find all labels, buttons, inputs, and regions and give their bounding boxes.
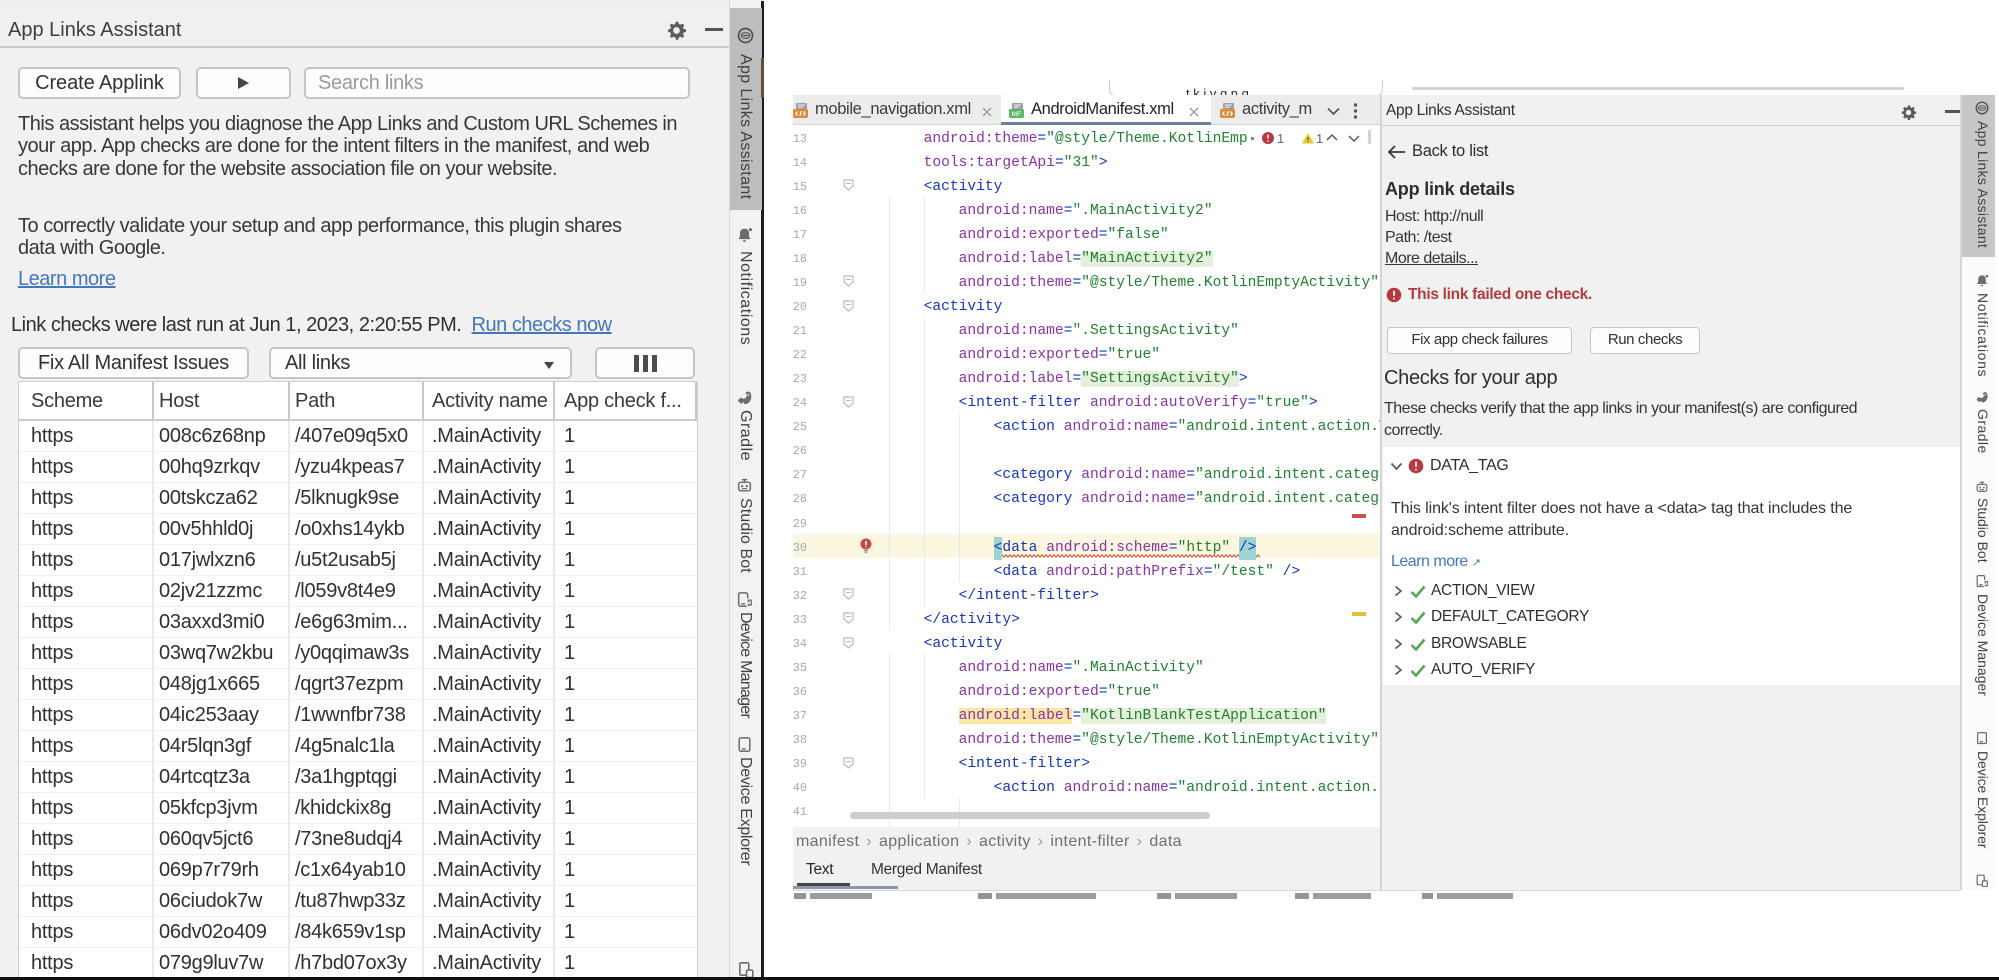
svg-text:MF: MF	[1012, 111, 1021, 118]
svg-text:1: 1	[1277, 131, 1284, 145]
svg-text:1: 1	[1316, 131, 1323, 145]
